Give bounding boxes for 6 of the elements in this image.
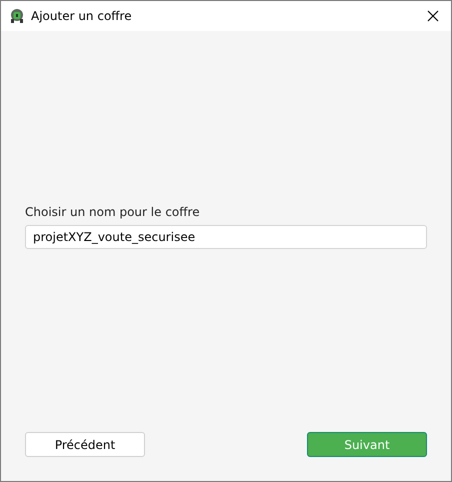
previous-button[interactable]: Précédent: [25, 432, 145, 457]
app-icon: [9, 8, 25, 24]
field-label: Choisir un nom pour le coffre: [25, 204, 201, 220]
window-title: Ajouter un coffre: [31, 8, 133, 25]
name-input-field[interactable]: projetXYZ_voute_securisee: [25, 225, 427, 249]
close-icon[interactable]: [427, 10, 439, 22]
